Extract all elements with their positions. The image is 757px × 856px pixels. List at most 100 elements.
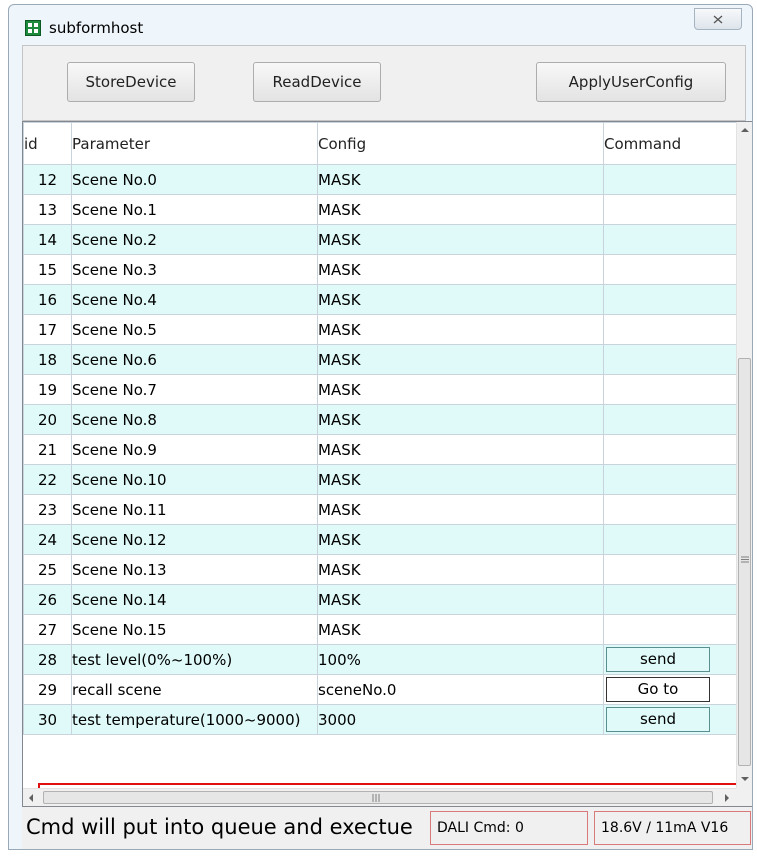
row-id-cell[interactable]: 23 [23,494,72,525]
command-cell [603,464,737,495]
row-id-cell[interactable]: 20 [23,404,72,435]
column-header-command[interactable]: Command [603,122,737,165]
table-row[interactable]: 26 Scene No.14 MASK [23,584,737,615]
command-cell [603,584,737,615]
parameter-cell[interactable]: Scene No.5 [71,314,318,345]
table-row[interactable]: 20 Scene No.8 MASK [23,404,737,435]
table-row[interactable]: 17 Scene No.5 MASK [23,314,737,345]
config-cell[interactable]: MASK [317,404,604,435]
table-row[interactable]: 14 Scene No.2 MASK [23,224,737,255]
config-cell[interactable]: 3000 [317,704,604,735]
row-id-cell[interactable]: 28 [23,644,72,675]
parameter-cell[interactable]: Scene No.14 [71,584,318,615]
scroll-down-arrow-icon[interactable] [741,776,749,782]
scroll-right-arrow-icon[interactable] [724,794,730,802]
vertical-scroll-thumb[interactable] [738,358,751,766]
config-cell[interactable]: MASK [317,224,604,255]
table-row[interactable]: 15 Scene No.3 MASK [23,254,737,285]
parameter-grid[interactable]: id Parameter Config Command 12 Scene No.0… [22,121,752,807]
row-id-cell[interactable]: 29 [23,674,72,705]
config-cell[interactable]: sceneNo.0 [317,674,604,705]
parameter-cell[interactable]: Scene No.6 [71,344,318,375]
parameter-cell[interactable]: test level(0%~100%) [71,644,318,675]
table-row[interactable]: 30 test temperature(1000~9000) 3000 send [23,704,737,735]
config-cell[interactable]: MASK [317,584,604,615]
row-id-cell[interactable]: 12 [23,164,72,195]
apply-user-config-button[interactable]: ApplyUserConfig [536,62,726,102]
table-row[interactable]: 28 test level(0%~100%) 100% send [23,644,737,675]
send-button[interactable]: send [606,707,710,732]
store-device-button[interactable]: StoreDevice [67,62,195,102]
row-id-cell[interactable]: 24 [23,524,72,555]
row-id-cell[interactable]: 14 [23,224,72,255]
config-cell[interactable]: MASK [317,254,604,285]
row-id-cell[interactable]: 18 [23,344,72,375]
parameter-cell[interactable]: Scene No.11 [71,494,318,525]
table-row[interactable]: 24 Scene No.12 MASK [23,524,737,555]
config-cell[interactable]: MASK [317,434,604,465]
row-id-cell[interactable]: 19 [23,374,72,405]
table-row[interactable]: 29 recall scene sceneNo.0 Go to [23,674,737,705]
table-row[interactable]: 23 Scene No.11 MASK [23,494,737,525]
table-row[interactable]: 18 Scene No.6 MASK [23,344,737,375]
config-cell[interactable]: MASK [317,464,604,495]
parameter-cell[interactable]: Scene No.8 [71,404,318,435]
row-id-cell[interactable]: 15 [23,254,72,285]
command-cell: send [603,644,737,675]
table-row[interactable]: 27 Scene No.15 MASK [23,614,737,645]
table-row[interactable]: 22 Scene No.10 MASK [23,464,737,495]
title-bar[interactable]: subformhost [9,5,752,45]
parameter-cell[interactable]: Scene No.9 [71,434,318,465]
parameter-cell[interactable]: Scene No.0 [71,164,318,195]
row-id-cell[interactable]: 21 [23,434,72,465]
config-cell[interactable]: MASK [317,554,604,585]
table-row[interactable]: 16 Scene No.4 MASK [23,284,737,315]
parameter-cell[interactable]: recall scene [71,674,318,705]
table-row[interactable]: 12 Scene No.0 MASK [23,164,737,195]
send-button[interactable]: send [606,647,710,672]
vertical-scrollbar[interactable] [736,122,752,788]
parameter-cell[interactable]: Scene No.7 [71,374,318,405]
row-id-cell[interactable]: 30 [23,704,72,735]
table-row[interactable]: 13 Scene No.1 MASK [23,194,737,225]
config-cell[interactable]: MASK [317,524,604,555]
row-id-cell[interactable]: 26 [23,584,72,615]
column-header-id[interactable]: id [23,122,72,165]
row-id-cell[interactable]: 16 [23,284,72,315]
row-id-cell[interactable]: 13 [23,194,72,225]
parameter-cell[interactable]: Scene No.2 [71,224,318,255]
close-button[interactable] [694,8,742,30]
config-cell[interactable]: MASK [317,344,604,375]
config-cell[interactable]: MASK [317,374,604,405]
row-id-cell[interactable]: 17 [23,314,72,345]
goto-button[interactable]: Go to [606,677,710,702]
parameter-cell[interactable]: Scene No.13 [71,554,318,585]
table-row[interactable]: 25 Scene No.13 MASK [23,554,737,585]
parameter-cell[interactable]: Scene No.12 [71,524,318,555]
config-cell[interactable]: MASK [317,194,604,225]
parameter-cell[interactable]: test temperature(1000~9000) [71,704,318,735]
parameter-cell[interactable]: Scene No.10 [71,464,318,495]
scroll-left-arrow-icon[interactable] [28,794,34,802]
config-cell[interactable]: MASK [317,284,604,315]
row-id-cell[interactable]: 22 [23,464,72,495]
horizontal-scrollbar[interactable] [23,788,736,806]
config-cell[interactable]: MASK [317,314,604,345]
read-device-button[interactable]: ReadDevice [253,62,381,102]
parameter-cell[interactable]: Scene No.1 [71,194,318,225]
column-header-config[interactable]: Config [317,122,604,165]
config-cell[interactable]: MASK [317,164,604,195]
config-cell[interactable]: MASK [317,494,604,525]
table-row[interactable]: 19 Scene No.7 MASK [23,374,737,405]
horizontal-scroll-thumb[interactable] [43,791,713,804]
row-id-cell[interactable]: 25 [23,554,72,585]
parameter-cell[interactable]: Scene No.4 [71,284,318,315]
table-row[interactable]: 21 Scene No.9 MASK [23,434,737,465]
config-cell[interactable]: MASK [317,614,604,645]
column-header-parameter[interactable]: Parameter [71,122,318,165]
parameter-cell[interactable]: Scene No.15 [71,614,318,645]
config-cell[interactable]: 100% [317,644,604,675]
parameter-cell[interactable]: Scene No.3 [71,254,318,285]
row-id-cell[interactable]: 27 [23,614,72,645]
scroll-up-arrow-icon[interactable] [741,127,749,133]
